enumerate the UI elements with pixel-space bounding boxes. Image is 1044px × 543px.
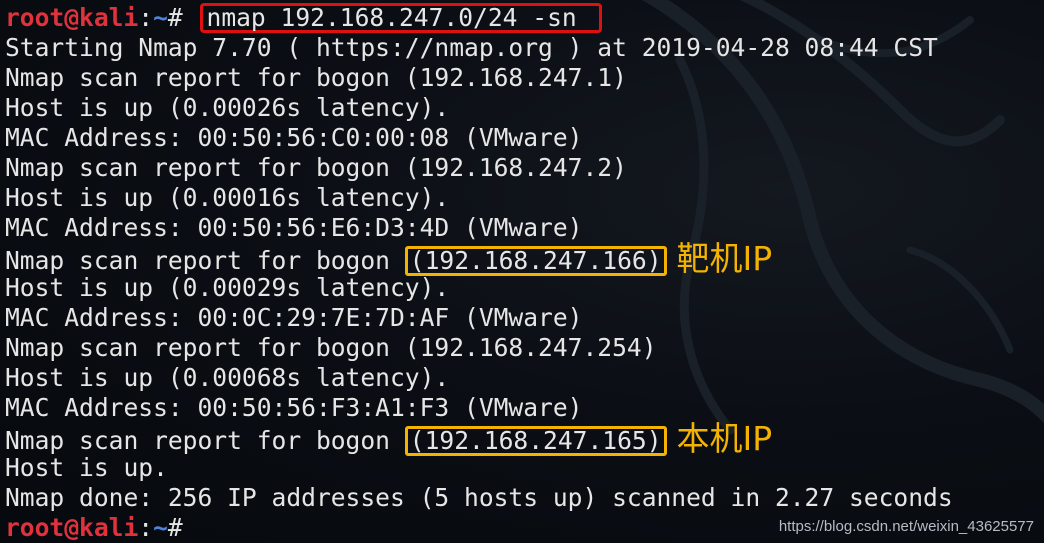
starting-line: Starting Nmap 7.70 ( https://nmap.org ) … — [5, 33, 938, 62]
prompt-user-host: root@kali — [5, 3, 139, 32]
scan-report-line: Nmap scan report for bogon (192.168.247.… — [5, 242, 953, 276]
host-status-line: Host is up (0.00026s latency). — [5, 93, 450, 122]
prompt-separator: : — [138, 513, 154, 542]
scan-report-line: Nmap scan report for bogon (192.168.247.… — [5, 63, 953, 93]
prompt-path: ~ — [153, 3, 168, 32]
mac-address-line: MAC Address: 00:50:56:C0:00:08 (VMware) — [5, 123, 583, 152]
host-status-line: Host is up. — [5, 453, 168, 482]
scan-report-line: Nmap scan report for bogon (192.168.247.… — [5, 422, 953, 456]
prompt-path: ~ — [153, 513, 168, 542]
report-prefix: Nmap scan report for bogon — [5, 153, 405, 182]
scan-report-line: Nmap scan report for bogon (192.168.247.… — [5, 153, 953, 183]
report-prefix: Nmap scan report for bogon — [5, 426, 405, 455]
scan-report-line: Nmap scan report for bogon (192.168.247.… — [5, 333, 953, 363]
command-highlight-box: nmap 192.168.247.0/24 -sn — [199, 3, 602, 33]
prompt-user-host: root@kali — [5, 513, 139, 542]
host-status-line: Host is up (0.00068s latency). — [5, 363, 450, 392]
host-ip: (192.168.247.254) — [404, 333, 657, 362]
host-status-line: Host is up (0.00029s latency). — [5, 273, 450, 302]
local-ip-highlight-box: (192.168.247.165) — [404, 426, 667, 456]
report-prefix: Nmap scan report for bogon — [5, 63, 405, 92]
prompt-hash: # — [167, 3, 183, 32]
host-ip: (192.168.247.2) — [404, 153, 627, 182]
target-ip-highlight-box: (192.168.247.166) — [404, 246, 667, 276]
scan-done-line: Nmap done: 256 IP addresses (5 hosts up)… — [5, 483, 953, 512]
report-prefix: Nmap scan report for bogon — [5, 333, 405, 362]
prompt-separator: : — [138, 3, 154, 32]
host-status-line: Host is up (0.00016s latency). — [5, 183, 450, 212]
terminal-output: root@kali:~# nmap 192.168.247.0/24 -sn S… — [5, 3, 953, 543]
mac-address-line: MAC Address: 00:0C:29:7E:7D:AF (VMware) — [5, 303, 583, 332]
mac-address-line: MAC Address: 00:50:56:F3:A1:F3 (VMware) — [5, 393, 583, 422]
host-ip: (192.168.247.1) — [404, 63, 627, 92]
mac-address-line: MAC Address: 00:50:56:E6:D3:4D (VMware) — [5, 213, 583, 242]
prompt-hash: # — [167, 513, 183, 542]
command-line: root@kali:~# nmap 192.168.247.0/24 -sn — [5, 3, 953, 33]
report-prefix: Nmap scan report for bogon — [5, 246, 405, 275]
terminal-window[interactable]: root@kali:~# nmap 192.168.247.0/24 -sn S… — [0, 0, 1044, 543]
host-ip: (192.168.247.165) — [409, 426, 662, 455]
host-ip: (192.168.247.166) — [409, 246, 662, 275]
command-text: nmap 192.168.247.0/24 -sn — [206, 3, 577, 32]
watermark: https://blog.csdn.net/weixin_43625577 — [778, 518, 1034, 535]
